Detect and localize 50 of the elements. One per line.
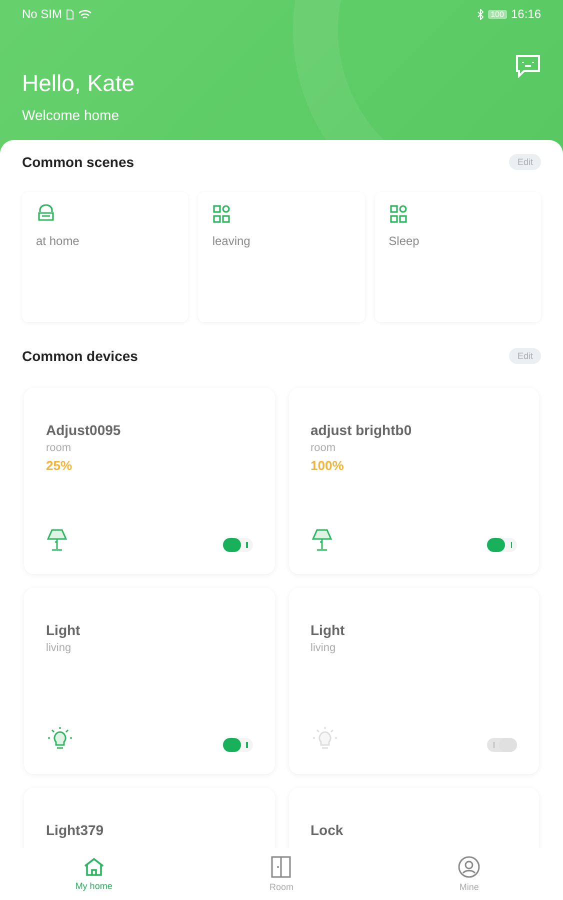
home-icon	[82, 857, 105, 877]
device-name: Light	[310, 622, 346, 638]
scene-label: at home	[36, 234, 80, 248]
device-name: adjust brightb0	[310, 422, 413, 438]
device-room: living	[310, 642, 337, 654]
power-toggle[interactable]	[487, 538, 517, 552]
brightness-value: 25%	[46, 458, 74, 473]
clock-time: 16:16	[510, 7, 541, 21]
device-card[interactable]: adjust brightb0 room 100%	[288, 388, 539, 574]
door-icon	[271, 856, 292, 878]
brightness-value: 100%	[310, 458, 345, 473]
device-card[interactable]: Light living	[24, 588, 274, 774]
power-toggle[interactable]	[487, 738, 517, 752]
wifi-icon	[78, 8, 92, 20]
section-title: Common devices	[22, 348, 138, 364]
device-room: living	[46, 642, 72, 654]
device-name: Lock	[310, 822, 344, 838]
bluetooth-icon	[476, 8, 484, 20]
lightbulb-icon	[310, 726, 338, 752]
sim-icon	[66, 8, 74, 20]
scene-label: leaving	[212, 234, 252, 248]
carrier-text: No SIM	[22, 7, 62, 21]
device-room: room	[46, 442, 72, 454]
welcome-subtitle: Welcome home	[22, 107, 120, 123]
scene-label: Sleep	[388, 234, 420, 248]
grid-icon	[388, 204, 409, 224]
lightbulb-icon	[46, 726, 74, 752]
grid-icon	[212, 204, 232, 224]
message-icon[interactable]	[515, 54, 541, 78]
scene-card[interactable]: Sleep	[374, 192, 541, 322]
scene-card[interactable]: at home	[22, 192, 188, 322]
battery-level: 100	[488, 10, 507, 18]
edit-button[interactable]: Edit	[509, 154, 541, 170]
device-card[interactable]: Adjust0095 room 25%	[24, 388, 274, 574]
scene-card[interactable]: leaving	[198, 192, 365, 322]
lamp-icon	[310, 528, 332, 552]
device-name: Light	[46, 622, 82, 638]
device-card[interactable]: Lock	[288, 788, 539, 848]
device-name: Adjust0095	[46, 422, 122, 438]
device-card[interactable]: Light living	[288, 588, 539, 774]
power-toggle[interactable]	[222, 538, 252, 552]
section-title: Common scenes	[22, 154, 134, 170]
device-room: room	[310, 442, 337, 454]
user-icon	[458, 856, 480, 878]
greeting-title: Hello, Kate	[22, 70, 136, 97]
device-card[interactable]: Light379	[24, 788, 274, 848]
device-name: Light379	[46, 822, 105, 838]
edit-button[interactable]: Edit	[509, 348, 541, 364]
power-toggle[interactable]	[222, 738, 252, 752]
lamp-icon	[46, 528, 68, 552]
